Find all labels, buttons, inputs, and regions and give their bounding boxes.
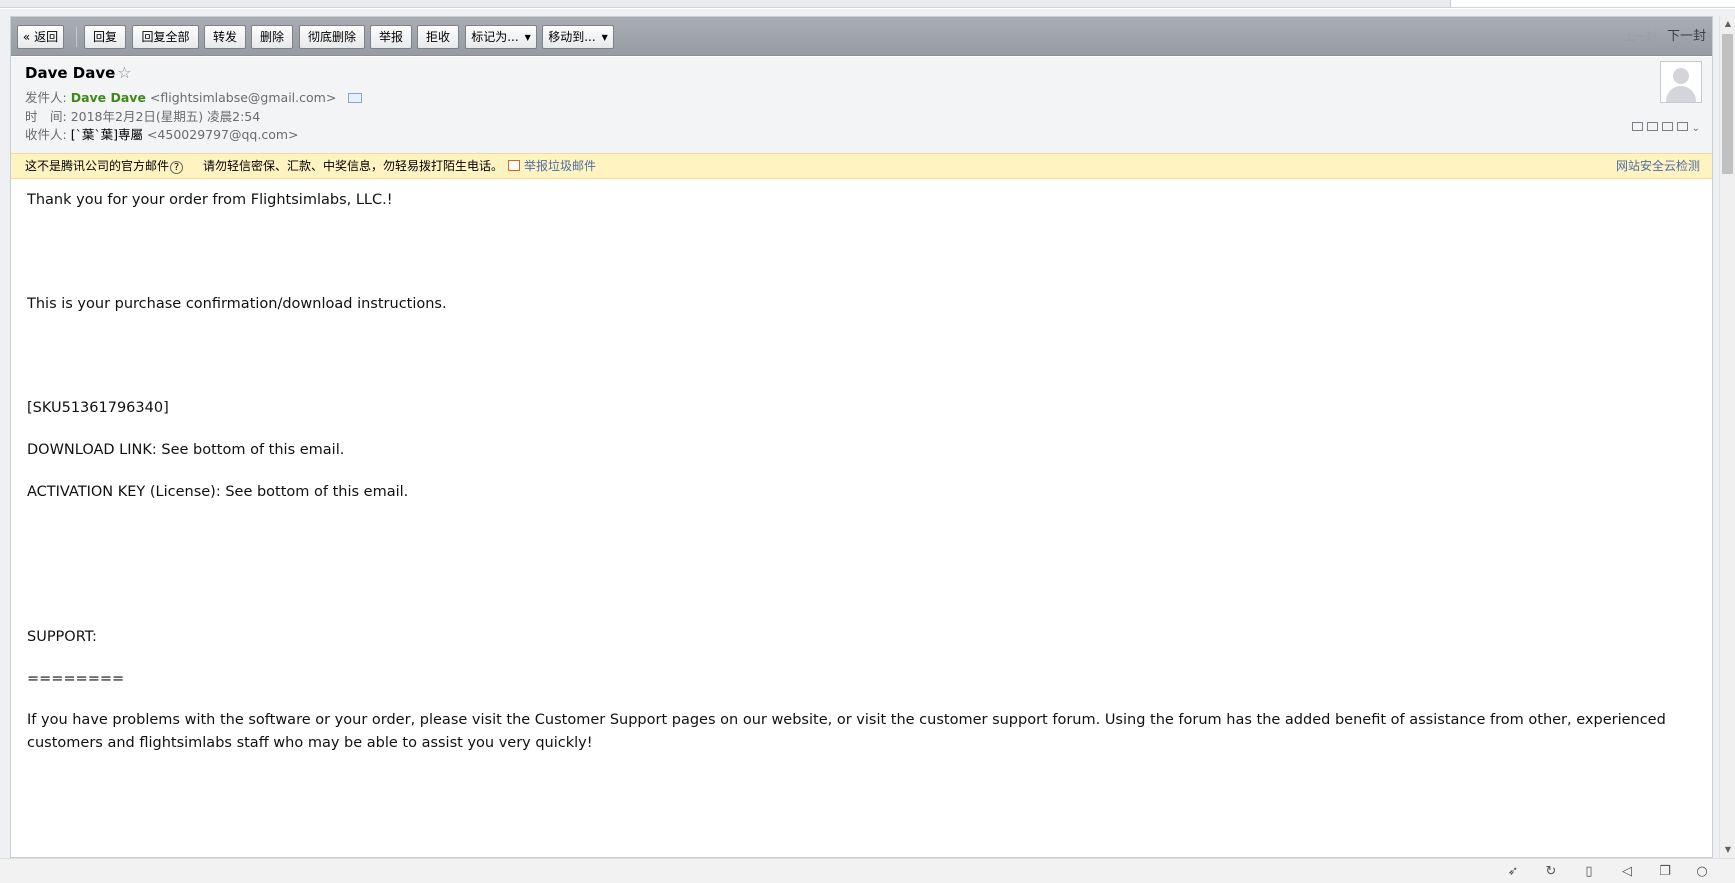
report-icon [508,160,520,171]
scroll-thumb[interactable] [1722,34,1733,174]
contact-card-icon[interactable] [348,93,363,103]
recipient-name[interactable]: [`葉`葉]専屬 [71,127,143,142]
tab-tail [1450,0,1735,7]
not-official-notice: 这不是腾讯公司的官方邮件? [25,154,184,178]
mail-read-frame: « 返回 回复 回复全部 转发 删除 彻底删除 举报 拒收 标记为... ▼ 移动… [10,16,1713,858]
reply-all-button[interactable]: 回复全部 [132,25,199,49]
status-bar: ➶ ↻ ▯ ◁ ❐ ○ [0,858,1735,883]
time-label: 时 间: [25,109,67,124]
window-icon[interactable]: ❐ [1657,864,1673,880]
body-line: ======== [27,671,125,687]
body-line: [SKU51361796340] [27,400,169,416]
avatar[interactable] [1660,61,1702,103]
mail-header: Dave Dave ☆ 发件人: Dave Dave <flightsimlabs… [11,57,1712,153]
print-icon[interactable] [1676,122,1688,131]
help-icon[interactable]: ? [170,161,184,174]
chevron-down-icon: ▼ [524,33,531,42]
reject-button[interactable]: 拒收 [417,25,459,49]
body-line: This is your purchase confirmation/downl… [27,296,447,312]
sender-name[interactable]: Dave Dave [71,90,146,105]
security-check-link[interactable]: 网站安全云检测 [1616,154,1700,178]
prev-next-nav: 上一封 下一封 [1624,27,1706,47]
avatar-body [1666,86,1696,102]
reply-button[interactable]: 回复 [84,25,126,49]
sender-line: 发件人: Dave Dave <flightsimlabse@gmail.com… [25,87,363,106]
not-official-text: 这不是腾讯公司的官方邮件 [25,159,170,173]
prev-mail-link[interactable]: 上一封 [1624,30,1657,43]
chevron-down-icon: ▼ [601,33,608,42]
caution-text: 请勿轻信密保、汇款、中奖信息，勿轻易拨打陌生电话。 [203,159,504,173]
time-value: 2018年2月2日(星期五) 凌晨2:54 [70,109,261,124]
chevron-down-icon[interactable]: ⌄ [1692,123,1702,134]
scroll-down-icon[interactable]: ▼ [1723,845,1733,855]
mark-as-label: 标记为... [471,30,519,44]
mail-toolbar: « 返回 回复 回复全部 转发 删除 彻底删除 举报 拒收 标记为... ▼ 移动… [11,17,1712,56]
delete-permanently-button[interactable]: 彻底删除 [299,25,365,49]
browser-top-strip [0,0,1735,8]
star-icon[interactable]: ☆ [117,63,131,82]
sender-label: 发件人: [25,90,67,105]
body-paragraph: If you have problems with the software o… [27,712,1666,751]
forward-button[interactable]: 转发 [204,25,246,49]
report-spam-link[interactable]: 举报垃圾邮件 [508,154,596,178]
scroll-up-icon[interactable]: ▲ [1723,19,1733,29]
next-mail-link[interactable]: 下一封 [1667,29,1706,44]
sender-email: <flightsimlabse@gmail.com> [149,90,337,105]
rocket-icon[interactable]: ➶ [1505,864,1521,880]
refresh-icon[interactable]: ↻ [1543,864,1559,880]
speaker-icon[interactable]: ◁ [1619,864,1635,880]
move-to-label: 移动到... [548,30,596,44]
new-window-icon[interactable] [1631,122,1643,131]
report-button[interactable]: 举报 [370,25,412,49]
body-line: Thank you for your order from Flightsiml… [27,192,393,208]
delete-button[interactable]: 删除 [251,25,293,49]
folder-icon[interactable] [1661,122,1673,131]
security-warning-bar: 这不是腾讯公司的官方邮件? 请勿轻信密保、汇款、中奖信息，勿轻易拨打陌生电话。 … [11,153,1712,179]
vertical-scrollbar[interactable]: ▲ ▼ [1719,16,1735,858]
body-line: ACTIVATION KEY (License): See bottom of … [27,484,409,500]
trash-icon[interactable]: ▯ [1581,864,1597,880]
time-line: 时 间: 2018年2月2日(星期五) 凌晨2:54 [25,106,260,125]
body-line: SUPPORT: [27,629,97,645]
header-action-icons: ⌄ [1628,121,1702,134]
back-button[interactable]: « 返回 [17,25,64,49]
subject-text: Dave Dave [25,64,116,82]
search-icon[interactable]: ○ [1694,864,1710,880]
recipient-label: 收件人: [25,127,67,142]
recipient-email: <450029797@qq.com> [146,127,299,142]
move-to-dropdown[interactable]: 移动到... ▼ [542,25,614,49]
body-line: DOWNLOAD LINK: See bottom of this email. [27,442,345,458]
plain-text-icon[interactable] [1646,122,1658,131]
recipient-line: 收件人: [`葉`葉]専屬 <450029797@qq.com> [25,124,299,143]
mark-as-dropdown[interactable]: 标记为... ▼ [465,25,537,49]
mail-subject: Dave Dave ☆ [25,63,132,82]
avatar-head [1673,68,1689,84]
toolbar-separator [76,27,77,47]
report-spam-label: 举报垃圾邮件 [524,159,597,173]
